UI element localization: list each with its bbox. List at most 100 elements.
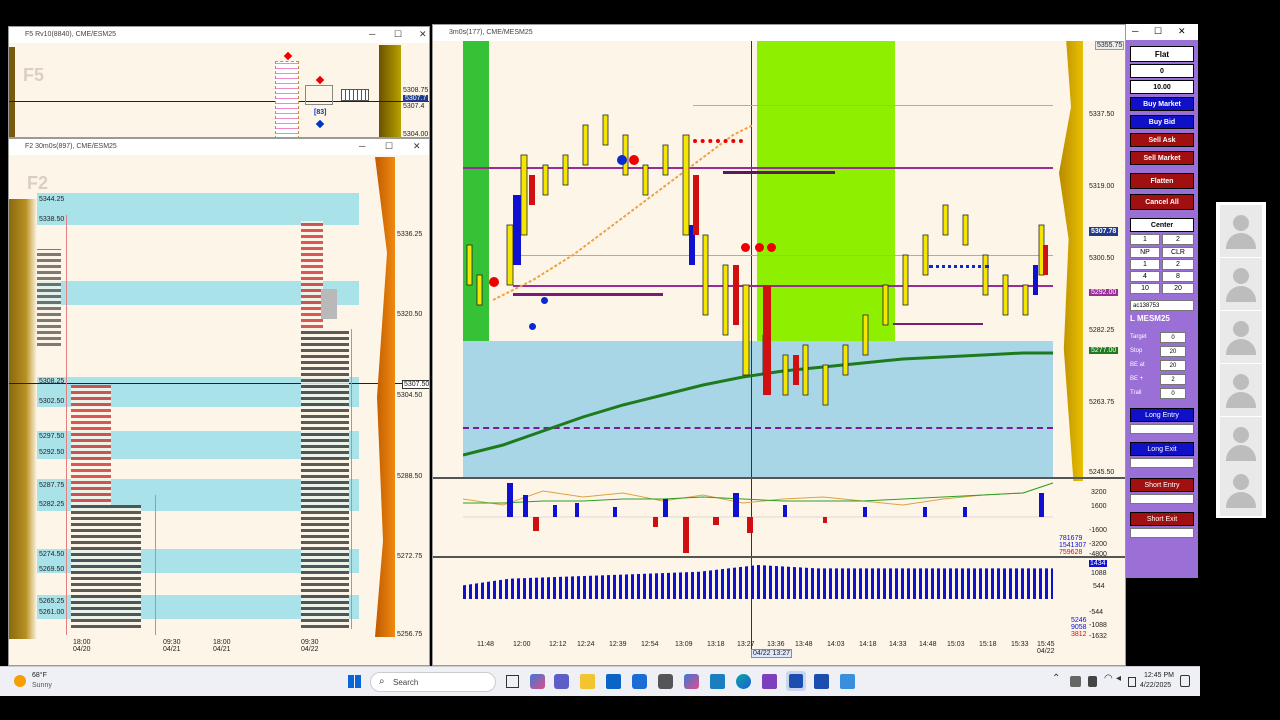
buy-market-button[interactable]: Buy Market [1130,97,1194,111]
minimize-icon[interactable]: ─ [369,29,375,39]
time-1518: 15:18 [979,641,997,648]
qty-preset-10[interactable]: 10 [1130,283,1160,294]
qty-preset-2[interactable]: 2 [1162,259,1194,270]
np-button[interactable]: NP [1130,247,1160,258]
close-icon[interactable]: ✕ [413,141,421,152]
osc2-value-2: 9058 [1071,624,1087,631]
main-price-7: 5282.25 [1089,327,1115,334]
f2-price-3: 5304.50 [397,392,423,399]
tray-app-icon[interactable] [1070,676,1081,687]
file-explorer-icon[interactable] [580,674,595,689]
windows-start-icon[interactable] [348,675,361,688]
buy-bid-button[interactable]: Buy Bid [1130,115,1194,129]
osc2-label-5: -1088 [1089,622,1107,629]
f5-price-current: 5307.7 [403,95,429,102]
app-icon-3[interactable] [658,674,673,689]
app-icon-5[interactable] [710,674,725,689]
long-entry-dropdown[interactable] [1130,424,1194,434]
app-icon-1[interactable] [530,674,545,689]
maximize-icon[interactable]: ☐ [1154,26,1162,37]
main-price-8: 5277.00 [1089,347,1119,354]
close-icon[interactable]: ✕ [419,29,427,40]
tray-app-icon-2[interactable] [1088,676,1097,687]
maximize-icon[interactable]: ☐ [394,29,402,40]
long-entry-button[interactable]: Long Entry [1130,408,1194,422]
teams-icon[interactable] [554,674,569,689]
maximize-icon[interactable]: ☐ [385,141,393,152]
app-icon-4[interactable] [684,674,699,689]
symbol-label: L MESM25 [1130,314,1170,323]
cursor-time-box: 04/22 13:27 [751,649,792,658]
time-1533: 15:33 [1011,641,1029,648]
weather-desc[interactable]: Sunny [32,682,52,689]
time-1200: 12:00 [513,641,531,648]
stop-input[interactable]: 20 [1160,346,1186,357]
f2-left-price-12: 5261.00 [39,609,65,616]
target-input[interactable]: 0 [1160,332,1186,343]
app-icon-6[interactable] [814,674,829,689]
be-at-input[interactable]: 20 [1160,360,1186,371]
qty-preset-4[interactable]: 4 [1130,271,1160,282]
qty-preset-8[interactable]: 8 [1162,271,1194,282]
app-icon-active[interactable] [786,671,806,691]
red-dot-2 [741,243,750,252]
center-button[interactable]: Center [1130,218,1194,232]
minimize-icon[interactable]: ─ [359,141,365,151]
blue-dot-2 [541,297,548,304]
cancel-all-button[interactable]: Cancel All [1130,194,1194,210]
long-exit-button[interactable]: Long Exit [1130,442,1194,456]
candlestick-series [466,114,1048,406]
tray-chevron-icon[interactable]: ⌃ [1052,673,1060,684]
trail-input[interactable]: 0 [1160,388,1186,399]
account-select[interactable]: ac138753 [1130,300,1194,311]
short-exit-button[interactable]: Short Exit [1130,512,1194,526]
volume-icon[interactable]: ◂ [1116,673,1121,684]
tpo-gray-highlight [321,289,337,319]
wifi-icon[interactable]: ◠ [1104,673,1113,684]
stop-label: Stop [1130,348,1143,354]
main-price-2: 5337.50 [1089,111,1115,118]
minimize-icon[interactable]: ─ [1132,26,1138,36]
f2-cursor-line [9,383,429,384]
qty-spin-value[interactable]: 1 [1130,234,1160,245]
clock-date[interactable]: 4/22/2025 [1140,682,1171,689]
notification-icon[interactable] [1180,675,1190,687]
visual-studio-icon[interactable] [762,674,777,689]
main-price-5: 5300.50 [1089,255,1115,262]
red-dotted-marks [693,139,743,143]
outlook-icon[interactable] [606,674,621,689]
time-1318: 13:18 [707,641,725,648]
qty-preset-1[interactable]: 1 [1130,259,1160,270]
app-icon-2[interactable] [632,674,647,689]
long-exit-dropdown[interactable] [1130,458,1194,468]
short-entry-button[interactable]: Short Entry [1130,478,1194,492]
task-view-icon[interactable] [506,675,519,688]
short-exit-dropdown[interactable] [1130,528,1194,538]
clock-time[interactable]: 12:45 PM [1144,672,1174,679]
participant-avatar-2 [1220,258,1262,310]
edge-icon[interactable] [736,674,751,689]
main-title: 3m0s(177), CME/MESM25 [449,29,533,36]
short-entry-dropdown[interactable] [1130,494,1194,504]
be-plus-input[interactable]: 2 [1160,374,1186,385]
qty-preset-20[interactable]: 20 [1162,283,1194,294]
f2-left-price-10: 5269.50 [39,566,65,573]
order-qty-input[interactable]: 10.00 [1130,80,1194,94]
f5-box-3 [341,89,369,101]
weather-icon[interactable] [14,675,26,687]
osc2-value-3: 3812 [1071,631,1087,638]
close-icon[interactable]: ✕ [1178,26,1186,37]
battery-icon[interactable] [1128,677,1136,687]
app-icon-7[interactable] [840,674,855,689]
clr-button[interactable]: CLR [1162,247,1194,258]
f2-left-price-4: 5302.50 [39,398,65,405]
f5-price-3: 5307.4 [403,103,425,110]
taskbar-search-box[interactable]: ⌕ Search [370,672,496,692]
sell-market-button[interactable]: Sell Market [1130,151,1194,165]
weather-temp[interactable]: 68°F [32,672,47,679]
f2-left-price-8: 5282.25 [39,501,65,508]
flatten-button[interactable]: Flatten [1130,173,1194,189]
qty-spin-value-2[interactable]: 2 [1162,234,1194,245]
sell-ask-button[interactable]: Sell Ask [1130,133,1194,147]
oscillator-2-divider [433,556,1125,558]
